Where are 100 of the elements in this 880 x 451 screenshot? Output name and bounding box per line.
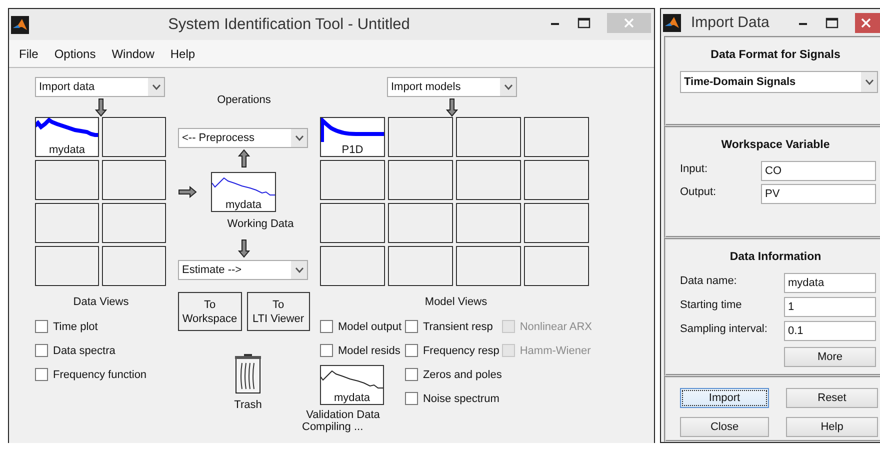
app-icon — [663, 14, 681, 32]
board-tile[interactable] — [388, 203, 453, 243]
checkbox[interactable] — [404, 344, 418, 357]
panel-title: Data Information — [728, 251, 822, 263]
board-tile[interactable] — [524, 117, 589, 157]
dropdown[interactable]: <-- Preprocess — [178, 128, 308, 148]
checkbox[interactable] — [35, 368, 48, 381]
arrow-down-icon — [446, 98, 458, 116]
tile-label: mydata — [225, 199, 262, 211]
dialog-button[interactable]: Import — [680, 388, 769, 408]
board-tile[interactable] — [102, 160, 166, 200]
board-tile[interactable] — [35, 246, 99, 286]
export-button[interactable]: To Workspace — [178, 292, 242, 331]
arrow-up-icon — [238, 148, 250, 168]
checkbox-label: Zeros and poles — [422, 368, 502, 380]
tile-caption: Validation Data — [306, 409, 380, 421]
input-field[interactable]: 1 — [784, 297, 876, 317]
board-tile[interactable] — [320, 246, 385, 286]
menu-item[interactable]: Help — [162, 46, 204, 60]
board-tile[interactable] — [102, 203, 166, 243]
caret-icon — [864, 79, 874, 85]
board-tile[interactable]: P1D — [320, 117, 385, 157]
tile-caption: Working Data — [226, 218, 295, 230]
window-title: Import Data — [690, 14, 770, 31]
checkbox-label: Noise spectrum — [422, 392, 500, 404]
input-field[interactable]: PV — [761, 184, 876, 204]
menu-item[interactable]: Options — [46, 46, 104, 60]
board-tile[interactable] — [524, 160, 589, 200]
board-tile[interactable] — [388, 160, 453, 200]
caret-icon — [294, 267, 304, 273]
tile-label: P1D — [342, 144, 364, 156]
section-title: Data Views — [72, 296, 130, 308]
section-title: Operations — [216, 94, 272, 106]
dialog-button[interactable]: Help — [786, 417, 878, 437]
field-label: Sampling interval: — [680, 322, 768, 335]
board-tile[interactable] — [35, 160, 99, 200]
dialog-button[interactable]: Reset — [786, 388, 878, 408]
response-plot — [321, 118, 384, 144]
field-label: Starting time — [680, 298, 743, 311]
board-tile[interactable] — [320, 160, 385, 200]
close-icon — [861, 18, 871, 28]
window-title: System Identification Tool - Untitled — [167, 16, 411, 34]
checkbox[interactable] — [35, 344, 48, 357]
menu-item[interactable]: Window — [104, 46, 162, 60]
input-field[interactable]: 0.1 — [784, 321, 876, 341]
board-tile[interactable] — [320, 203, 385, 243]
trash-icon — [234, 354, 262, 394]
board-tile[interactable] — [456, 117, 521, 157]
checkbox-label: Hamm-Wiener — [520, 344, 591, 356]
checkbox-label: Frequency resp — [422, 344, 500, 356]
working-data-tile[interactable]: mydata — [211, 172, 276, 212]
checkbox[interactable] — [35, 320, 48, 333]
field-label: Output: — [680, 185, 718, 198]
board-tile[interactable] — [524, 203, 589, 243]
checkbox[interactable] — [404, 320, 418, 333]
board-tile[interactable] — [388, 246, 453, 286]
tile-label: mydata — [334, 392, 370, 404]
input-field[interactable]: CO — [761, 161, 876, 181]
maximize-icon — [825, 17, 839, 29]
dropdown[interactable]: Import data — [35, 77, 165, 97]
more-button[interactable]: More — [784, 347, 876, 367]
export-button[interactable]: To LTI Viewer — [246, 292, 310, 331]
maximize-icon — [577, 17, 591, 29]
checkbox[interactable] — [404, 392, 418, 405]
menu-item[interactable]: File — [11, 46, 46, 60]
tile-label: mydata — [48, 144, 86, 156]
checkbox[interactable] — [320, 320, 333, 333]
caret-icon — [504, 84, 512, 90]
board-tile[interactable] — [102, 117, 166, 157]
status-text: Compiling ... — [302, 421, 364, 433]
close-button[interactable] — [855, 13, 880, 33]
board-tile[interactable] — [524, 246, 589, 286]
board-tile[interactable] — [102, 246, 166, 286]
board-tile[interactable] — [456, 246, 521, 286]
close-icon — [624, 18, 634, 28]
validation-data-tile[interactable]: mydata — [320, 365, 384, 405]
checkbox-label: Model output — [338, 320, 402, 332]
arrow-down-icon — [238, 238, 250, 258]
checkbox-label: Model resids — [338, 344, 400, 356]
checkbox[interactable] — [404, 368, 418, 381]
board-tile[interactable] — [456, 203, 521, 243]
arrow-right-icon — [178, 186, 197, 198]
dropdown[interactable]: Import models — [387, 77, 517, 97]
board-tile[interactable]: mydata — [35, 117, 99, 157]
app-icon — [11, 16, 29, 34]
section-title: Model Views — [424, 296, 488, 308]
dropdown[interactable]: Estimate --> — [178, 260, 308, 280]
field-label: Data name: — [680, 274, 738, 287]
board-tile[interactable] — [35, 203, 99, 243]
checkbox-label: Transient resp — [422, 320, 493, 332]
dialog-button[interactable]: Close — [680, 417, 769, 437]
dropdown[interactable]: Time-Domain Signals — [680, 71, 878, 93]
input-field[interactable]: mydata — [784, 273, 876, 293]
field-label: Input: — [680, 162, 709, 175]
checkbox[interactable] — [320, 344, 333, 357]
checkbox-label: Nonlinear ARX — [520, 320, 592, 332]
trash-label: Trash — [234, 399, 262, 411]
board-tile[interactable] — [456, 160, 521, 200]
board-tile[interactable] — [388, 117, 453, 157]
panel-title: Workspace Variable — [720, 139, 831, 151]
